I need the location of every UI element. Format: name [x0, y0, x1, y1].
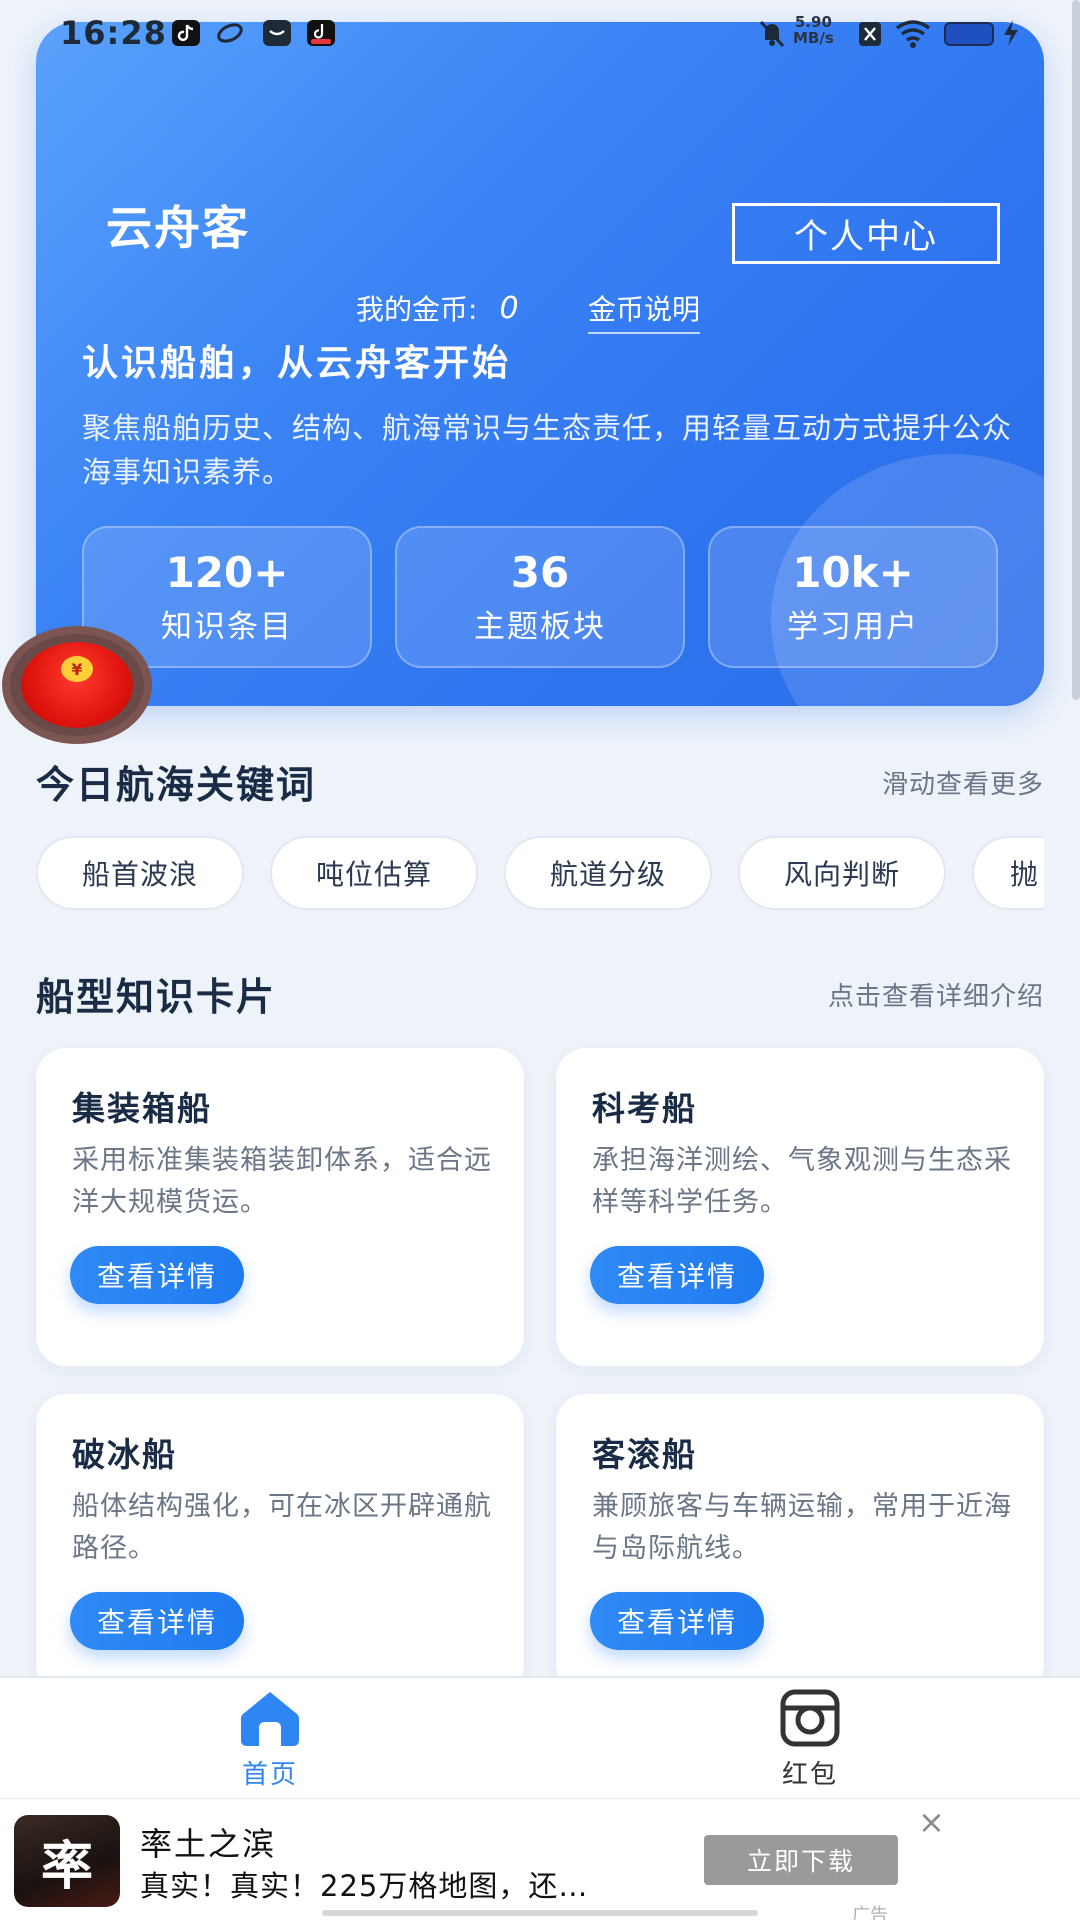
- tiktok-lite-icon: [307, 20, 335, 46]
- view-details-button[interactable]: 查看详情: [590, 1246, 764, 1304]
- keyword-chip[interactable]: 抛: [972, 836, 1044, 910]
- ad-label: 广告: [852, 1905, 888, 1920]
- ship-card-title: 客滚船: [592, 1435, 697, 1474]
- ship-card-title: 破冰船: [72, 1435, 177, 1474]
- ship-card-title: 科考船: [592, 1089, 697, 1128]
- view-details-button[interactable]: 查看详情: [70, 1246, 244, 1304]
- ship-card-container-ship[interactable]: 集装箱船 采用标准集装箱装卸体系，适合远洋大规模货运。 查看详情: [36, 1048, 524, 1366]
- keyword-chip[interactable]: 吨位估算: [270, 836, 478, 910]
- hero-title: 认识船舶，从云舟客开始: [82, 343, 512, 384]
- battery-icon: [944, 22, 994, 46]
- stat-label: 知识条目: [161, 608, 293, 645]
- hero-description: 聚焦船舶历史、结构、航海常识与生态责任，用轻量互动方式提升公众海事知识素养。: [82, 411, 1013, 489]
- stat-value: 120+: [165, 547, 289, 597]
- scrollbar[interactable]: [1072, 0, 1080, 700]
- tiktok-icon: [172, 20, 200, 46]
- camera-icon: [780, 1689, 840, 1747]
- coins-help-link[interactable]: 金币说明: [588, 288, 701, 334]
- keywords-section-hint: 滑动查看更多: [881, 770, 1044, 800]
- nav-label-red-packet: 红包: [781, 1760, 838, 1790]
- view-details-button[interactable]: 查看详情: [590, 1592, 764, 1650]
- stat-learning-users: 10k+ 学习用户: [708, 526, 998, 668]
- ship-card-description: 承担海洋测绘、气象观测与生态采样等科学任务。: [592, 1145, 1012, 1218]
- wifi-icon: [893, 16, 933, 50]
- mute-icon: [757, 16, 787, 50]
- home-indicator[interactable]: [322, 1910, 758, 1916]
- stat-label: 主题板块: [474, 608, 606, 645]
- ship-card-research-vessel[interactable]: 科考船 承担海洋测绘、气象观测与生态采样等科学任务。 查看详情: [556, 1048, 1044, 1366]
- charging-icon: [1000, 16, 1022, 50]
- ad-close-icon[interactable]: ×: [918, 1803, 945, 1841]
- keyword-chip[interactable]: 航道分级: [504, 836, 712, 910]
- status-bar: 16:28 5.90 MB/s: [0, 0, 1080, 66]
- keyword-chip-list[interactable]: 船首波浪 吨位估算 航道分级 风向判断 抛: [36, 836, 1044, 912]
- ad-download-button[interactable]: 立即下载: [704, 1835, 898, 1885]
- personal-center-button[interactable]: 个人中心: [732, 203, 1000, 264]
- ad-title: 率土之滨: [140, 1825, 277, 1863]
- coins-label: 我的金币:: [356, 293, 478, 326]
- ship-card-icebreaker[interactable]: 破冰船 船体结构强化，可在冰区开辟通航路径。 查看详情: [36, 1394, 524, 1694]
- network-speed: 5.90 MB/s: [793, 14, 834, 46]
- stat-topic-sections: 36 主题板块: [395, 526, 685, 668]
- nav-item-red-packet[interactable]: 红包: [730, 1688, 890, 1794]
- ship-card-description: 兼顾旅客与车辆运输，常用于近海与岛际航线。: [592, 1491, 1012, 1564]
- nav-label-home: 首页: [241, 1760, 298, 1790]
- stat-value: 36: [510, 547, 570, 597]
- ship-card-description: 采用标准集装箱装卸体系，适合远洋大规模货运。: [72, 1145, 492, 1218]
- keywords-section-title: 今日航海关键词: [36, 763, 317, 807]
- yuan-coin-icon: ¥: [61, 656, 93, 682]
- sim-disabled-icon: [857, 16, 883, 50]
- stat-value: 10k+: [792, 547, 914, 597]
- network-speed-value: 5.90: [794, 13, 832, 31]
- keyword-chip[interactable]: 风向判断: [738, 836, 946, 910]
- status-time: 16:28: [60, 14, 167, 52]
- ship-cards-section-hint: 点击查看详细介绍: [827, 982, 1044, 1012]
- coins-value: 0: [499, 290, 519, 326]
- stat-label: 学习用户: [787, 608, 919, 645]
- ship-card-title: 集装箱船: [72, 1089, 212, 1128]
- keyword-chip[interactable]: 船首波浪: [36, 836, 244, 910]
- ship-cards-section-title: 船型知识卡片: [36, 975, 277, 1019]
- ad-description: 真实！真实！225万格地图，还…: [140, 1869, 589, 1903]
- link-icon: [215, 20, 243, 46]
- red-packet-icon: ¥: [21, 642, 133, 728]
- ship-card-description: 船体结构强化，可在冰区开辟通航路径。: [72, 1491, 492, 1564]
- hero-card: 云舟客 个人中心 我的金币: 0 金币说明 认识船舶，从云舟客开始 聚焦船舶历史…: [36, 22, 1044, 706]
- view-details-button[interactable]: 查看详情: [70, 1592, 244, 1650]
- app-title: 云舟客: [106, 201, 250, 255]
- bottom-navigation: 首页 红包: [0, 1676, 1080, 1798]
- ad-banner[interactable]: 率 率土之滨 真实！真实！225万格地图，还… 立即下载 × 广告: [0, 1798, 1080, 1920]
- game-app-icon: 率: [14, 1815, 120, 1907]
- message-app-icon: [263, 20, 291, 46]
- red-packet-floating-button[interactable]: ¥: [2, 626, 152, 744]
- nav-item-home[interactable]: 首页: [190, 1688, 350, 1794]
- ship-card-ro-ro-ship[interactable]: 客滚船 兼顾旅客与车辆运输，常用于近海与岛际航线。 查看详情: [556, 1394, 1044, 1694]
- coins-display: 我的金币: 0: [356, 288, 519, 328]
- home-icon: [241, 1692, 299, 1746]
- network-speed-unit: MB/s: [793, 29, 834, 47]
